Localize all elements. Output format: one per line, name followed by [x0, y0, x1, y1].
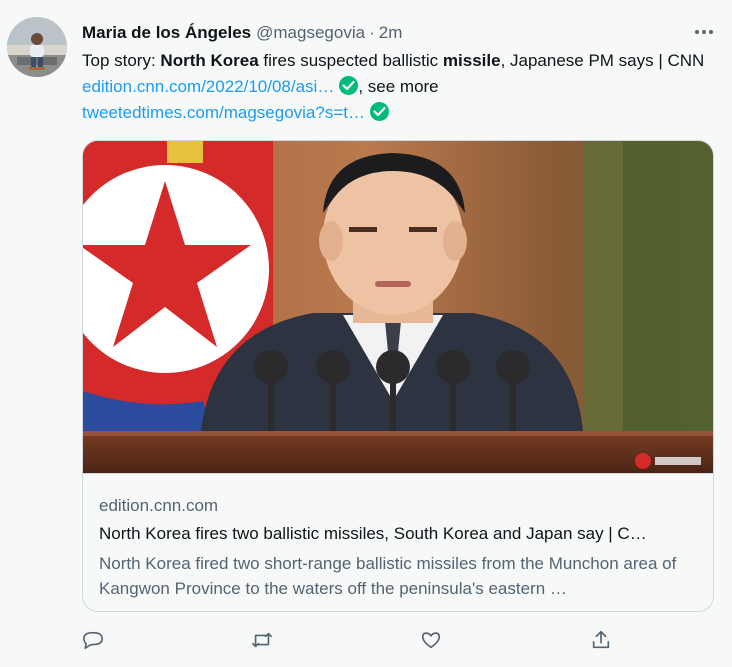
text-mid-1: fires suspected ballistic: [258, 51, 443, 70]
text-bold-north-korea: North Korea: [160, 51, 259, 70]
text-prefix: Top story:: [82, 51, 161, 70]
link-card[interactable]: edition.cnn.com North Korea fires two ba…: [82, 140, 714, 612]
tweet[interactable]: Maria de los Ángeles @magsegovia · 2m To…: [0, 0, 732, 667]
text-mid-2: , Japanese PM says | CNN: [500, 51, 705, 70]
cnn-link[interactable]: edition.cnn.com/2022/10/08/asi…: [82, 77, 334, 96]
avatar[interactable]: [7, 17, 67, 77]
tweet-actions: [82, 625, 622, 655]
card-image: [83, 141, 713, 473]
verified-check-icon: [339, 76, 359, 95]
more-icon[interactable]: [692, 22, 716, 42]
avatar-image: [7, 17, 67, 77]
author-name[interactable]: Maria de los Ángeles: [82, 23, 251, 43]
verified-check-icon: [370, 102, 389, 121]
card-description: North Korea fired two short-range ballis…: [99, 554, 677, 598]
text-bold-missile: missile: [442, 51, 501, 70]
tweet-text: Top story: North Korea fires suspected b…: [82, 48, 718, 126]
card-meta: edition.cnn.com North Korea fires two ba…: [83, 473, 713, 611]
card-domain: edition.cnn.com: [99, 496, 219, 515]
see-more-text: , see more: [358, 77, 439, 96]
author-handle[interactable]: @magsegovia: [256, 23, 365, 43]
like-icon[interactable]: [414, 625, 448, 655]
separator-dot: ·: [369, 23, 375, 42]
card-title: North Korea fires two ballistic missiles…: [99, 524, 647, 543]
timestamp[interactable]: 2m: [379, 23, 403, 43]
reply-icon[interactable]: [76, 625, 110, 655]
retweet-icon[interactable]: [245, 625, 279, 655]
tweetedtimes-link[interactable]: tweetedtimes.com/magsegovia?s=t…: [82, 103, 365, 122]
share-icon[interactable]: [584, 625, 618, 655]
tweet-header: Maria de los Ángeles @magsegovia · 2m: [82, 22, 402, 44]
